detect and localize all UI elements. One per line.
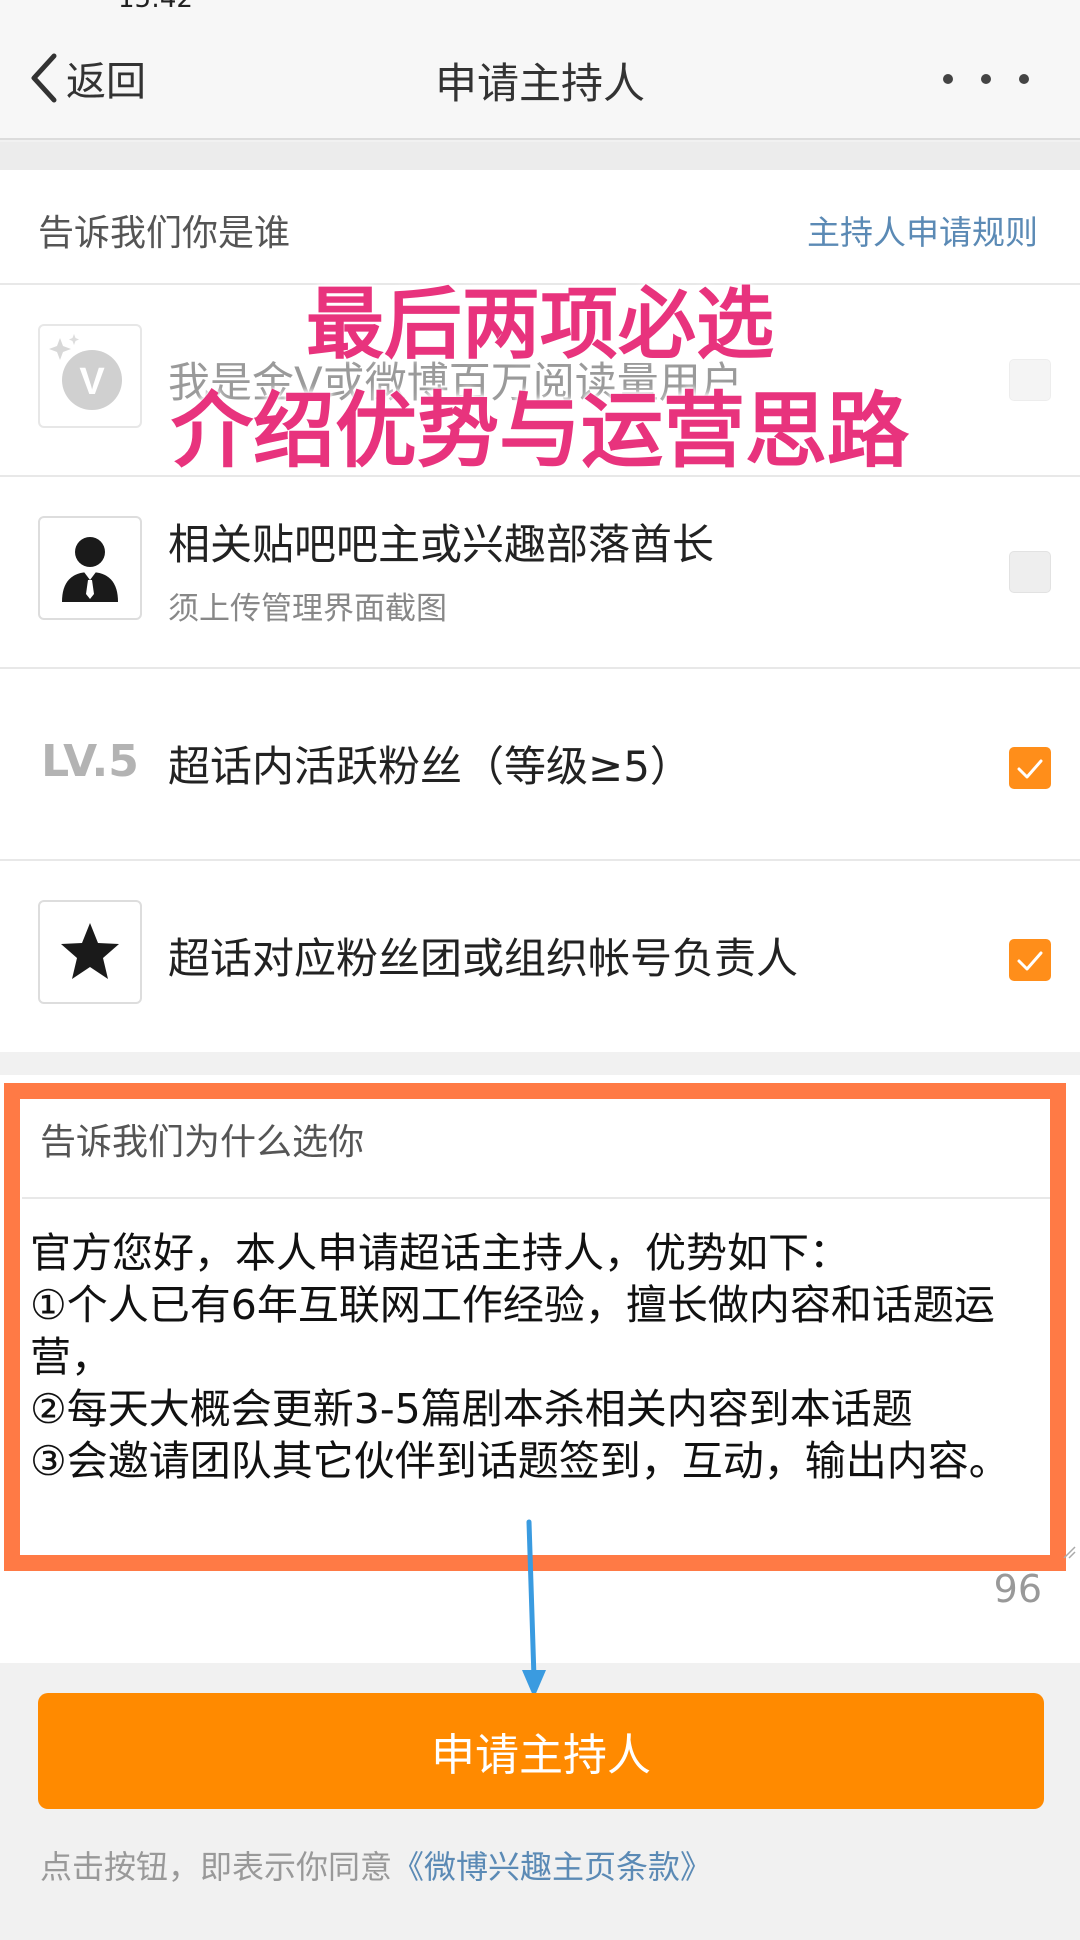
character-count: 96 (993, 1567, 1042, 1611)
overlay-caption-line1: 最后两项必选 (305, 280, 774, 370)
checkmark-icon (1017, 759, 1043, 779)
back-button[interactable]: 返回 (28, 48, 146, 108)
navigation-bar: 15:42 返回 申请主持人 (0, 0, 1080, 140)
back-label: 返回 (66, 59, 146, 105)
star-icon (38, 900, 142, 1004)
level-badge-text: LV.5 (41, 736, 139, 787)
terms-prefix: 点击按钮，即表示你同意 (40, 1848, 393, 1886)
resize-grip-icon[interactable] (1062, 1545, 1076, 1559)
person-tie-icon (38, 516, 142, 620)
option-label: 相关贴吧吧主或兴趣部落酋长 (168, 520, 715, 569)
option-checkbox[interactable] (1009, 551, 1051, 593)
identity-section-title: 告诉我们你是谁 (38, 213, 291, 254)
section-gap (0, 142, 1080, 170)
checkmark-icon (1017, 951, 1043, 971)
apply-host-page: 15:42 返回 申请主持人 告诉我们你是谁 主持人申请规则 (0, 0, 1080, 1940)
more-options-button[interactable] (936, 64, 1036, 94)
chevron-left-icon (31, 53, 57, 103)
arrow-down-icon (522, 1519, 546, 1698)
option-label: 超话对应粉丝团或组织帐号负责人 (168, 934, 799, 983)
option-sublabel: 须上传管理界面截图 (168, 591, 447, 627)
terms-link[interactable]: 《微博兴趣主页条款》 (392, 1848, 712, 1886)
option-row-fan-club-lead[interactable]: 超话对应粉丝团或组织帐号负责人 (0, 861, 1080, 1053)
host-rules-link[interactable]: 主持人申请规则 (807, 206, 1038, 254)
more-dots-icon (943, 74, 1029, 84)
terms-notice: 点击按钮，即表示你同意《微博兴趣主页条款》 (40, 1842, 712, 1888)
status-time: 15:42 (118, 0, 193, 14)
level-badge-icon: LV.5 (38, 708, 142, 812)
option-label: 超话内活跃粉丝（等级≥5） (168, 742, 692, 791)
option-row-active-fan[interactable]: LV.5 超话内活跃粉丝（等级≥5） (0, 669, 1080, 861)
highlight-box (4, 1083, 1066, 1571)
option-checkbox-checked[interactable] (1009, 939, 1051, 981)
overlay-caption-line2: 介绍优势与运营思路 (170, 384, 909, 479)
apply-host-button[interactable]: 申请主持人 (38, 1693, 1044, 1809)
option-checkbox-checked[interactable] (1009, 747, 1051, 789)
status-bar: 15:42 (0, 0, 1080, 14)
page-title: 申请主持人 (434, 59, 645, 108)
option-row-forum-admin[interactable]: 相关贴吧吧主或兴趣部落酋长 须上传管理界面截图 (0, 477, 1080, 669)
apply-host-button-label: 申请主持人 (431, 1730, 651, 1781)
